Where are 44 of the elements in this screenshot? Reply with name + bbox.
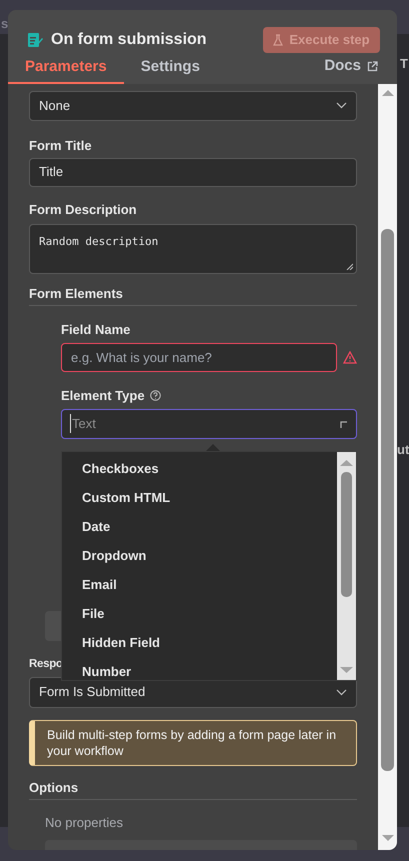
- select-field[interactable]: None: [29, 90, 357, 120]
- canvas-text: s: [1, 15, 8, 33]
- dropdown-option[interactable]: Hidden Field: [62, 628, 337, 658]
- scroll-down-icon[interactable]: [340, 666, 353, 674]
- field-label: Form Elements: [29, 286, 124, 302]
- empty-state-text: No properties: [45, 814, 124, 832]
- textarea-field[interactable]: Random description: [29, 224, 357, 274]
- canvas-text: T: [400, 55, 408, 73]
- field-label: Element Type: [61, 388, 145, 404]
- field-label: Form Description: [29, 202, 138, 218]
- scroll-down-icon[interactable]: [382, 835, 394, 842]
- help-icon: [150, 390, 161, 401]
- warning-icon: [343, 350, 357, 364]
- field-label: Form Title: [29, 138, 93, 154]
- field-label: Field Name: [61, 322, 132, 338]
- scroll-up-icon[interactable]: [382, 88, 394, 96]
- scrollbar[interactable]: [378, 84, 397, 850]
- caret-icon: [340, 420, 348, 428]
- field-label: Respo: [29, 656, 63, 672]
- dropdown-option[interactable]: File: [62, 600, 337, 628]
- dropdown-option[interactable]: Checkboxes: [62, 454, 337, 484]
- external-link-icon: [367, 61, 378, 72]
- select-field[interactable]: Text: [61, 408, 357, 438]
- field-label: Options: [29, 780, 80, 796]
- info-notice: Build multi-step forms by adding a form page later in your workflow: [29, 720, 357, 766]
- docs-link[interactable]: Docs: [324, 54, 378, 84]
- form-icon: [27, 32, 43, 48]
- dropdown-option[interactable]: Dropdown: [62, 542, 337, 570]
- dropdown-option[interactable]: Custom HTML: [62, 484, 337, 512]
- resize-handle-icon[interactable]: [346, 262, 353, 270]
- dropdown-option[interactable]: Date: [62, 512, 337, 542]
- dropdown-option[interactable]: Email: [62, 570, 337, 600]
- chevron-down-icon: [336, 102, 347, 109]
- input-field[interactable]: e.g. What is your name?: [61, 342, 337, 372]
- dropdown-option[interactable]: Number: [62, 658, 337, 680]
- tab[interactable]: Settings: [124, 54, 217, 84]
- scrollbar[interactable]: [337, 452, 356, 680]
- canvas-text: ut: [397, 441, 409, 459]
- button-edge[interactable]: [45, 610, 61, 640]
- node-title: On form submission: [51, 30, 207, 50]
- flask-icon: [273, 34, 284, 46]
- chevron-down-icon: [336, 688, 347, 696]
- scroll-up-icon[interactable]: [340, 458, 353, 466]
- input-field[interactable]: Title: [29, 158, 357, 186]
